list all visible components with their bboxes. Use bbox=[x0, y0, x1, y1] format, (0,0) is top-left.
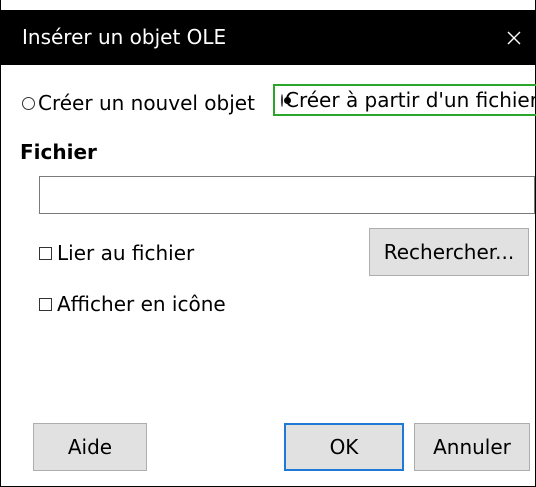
create-mode-group: Créer un nouvel objet Créer à partir d'u… bbox=[1, 84, 536, 119]
file-path-input[interactable] bbox=[39, 176, 535, 214]
link-to-file-label: Lier au fichier bbox=[57, 241, 195, 265]
radio-indicator-from-file bbox=[281, 93, 291, 107]
link-checkbox-box bbox=[39, 246, 52, 260]
cancel-button[interactable]: Annuler bbox=[414, 423, 530, 471]
radio-from-file[interactable]: Créer à partir d'un fichier bbox=[273, 84, 536, 116]
link-to-file-checkbox[interactable]: Lier au fichier bbox=[39, 240, 194, 266]
browse-button[interactable]: Rechercher... bbox=[369, 228, 529, 276]
radio-from-file-label: Créer à partir d'un fichier bbox=[285, 88, 536, 112]
display-as-icon-checkbox[interactable]: Afficher en icône bbox=[39, 291, 226, 317]
radio-new-object-label: Créer un nouvel objet bbox=[38, 91, 255, 115]
radio-new-object[interactable]: Créer un nouvel objet bbox=[22, 90, 272, 116]
title-bar: Insérer un objet OLE bbox=[1, 10, 536, 65]
insert-ole-dialog: Insérer un objet OLE Créer un nouvel obj… bbox=[0, 0, 536, 487]
close-button[interactable] bbox=[491, 10, 536, 65]
dialog-title: Insérer un objet OLE bbox=[22, 25, 227, 49]
close-icon bbox=[507, 31, 521, 44]
radio-indicator-new bbox=[22, 96, 35, 110]
icon-checkbox-box bbox=[39, 297, 52, 311]
dialog-content: Créer un nouvel objet Créer à partir d'u… bbox=[1, 65, 536, 486]
ok-button[interactable]: OK bbox=[284, 423, 404, 471]
file-section-label: Fichier bbox=[20, 140, 97, 164]
help-button[interactable]: Aide bbox=[33, 423, 147, 471]
display-as-icon-label: Afficher en icône bbox=[57, 292, 226, 316]
